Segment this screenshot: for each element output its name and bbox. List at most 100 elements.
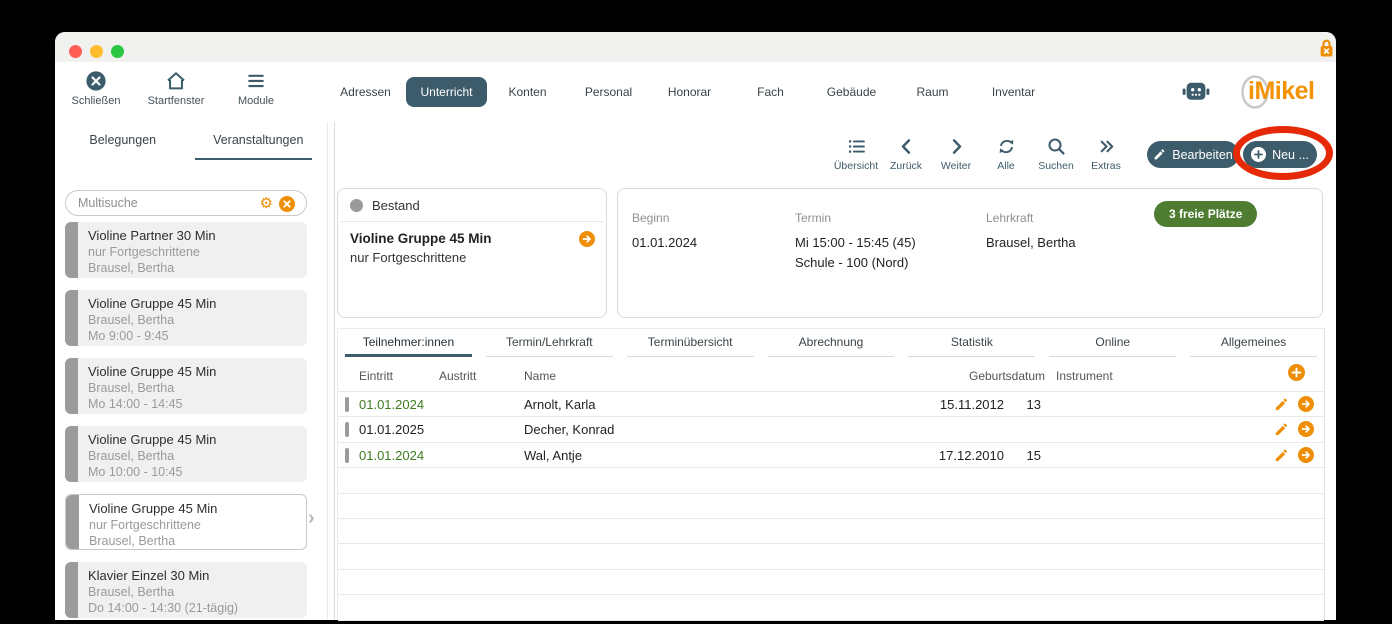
cell-geburtsdatum: 15.11.2012 [919, 392, 1004, 417]
nav-fach[interactable]: Fach [730, 77, 811, 107]
list-item-line: Mo 10:00 - 10:45 [88, 464, 301, 480]
tab-allgemeines[interactable]: Allgemeines [1190, 331, 1317, 357]
table-row-empty [338, 595, 1324, 620]
nav-adressen[interactable]: Adressen [325, 77, 406, 107]
list-item-line: Mo 14:00 - 14:45 [88, 396, 301, 412]
multisearch-field[interactable]: ⚙ [65, 190, 307, 216]
list-icon [846, 136, 867, 157]
bearbeiten-label: Bearbeiten [1172, 148, 1232, 162]
tab-veranstaltungen[interactable]: Veranstaltungen [191, 122, 327, 160]
imikel-logo: iMikel [1241, 75, 1333, 109]
bestand-title: Violine Gruppe 45 Min [350, 231, 594, 246]
plus-circle-icon [1251, 147, 1266, 162]
list-item-title: Violine Partner 30 Min [88, 228, 301, 244]
lehrkraft-value: Brausel, Bertha [986, 233, 1076, 253]
col-instrument: Instrument [1056, 369, 1113, 383]
minimize-window-button[interactable] [90, 45, 103, 58]
cell-alter: 13 [1021, 392, 1041, 417]
nav-gebaeude[interactable]: Gebäude [811, 77, 892, 107]
tab-termin-lehrkraft[interactable]: Termin/Lehrkraft [486, 331, 613, 357]
schliessen-label: Schließen [72, 95, 121, 107]
schliessen-button[interactable]: Schließen [56, 70, 136, 107]
cell-eintritt: 01.01.2025 [359, 417, 424, 442]
col-name: Name [524, 369, 556, 383]
table-body: 01.01.2024 Arnolt, Karla 15.11.2012 13 [338, 391, 1324, 621]
bearbeiten-button[interactable]: Bearbeiten [1147, 141, 1239, 168]
titlebar [55, 32, 1336, 63]
zurueck-button[interactable]: Zurück [881, 136, 931, 172]
toolbar-left-group: Schließen Startfenster Module [56, 70, 296, 107]
search-clear-icon[interactable] [279, 196, 295, 212]
open-row-icon[interactable] [1298, 396, 1314, 412]
pencil-icon [1153, 148, 1166, 161]
list-item-line: Brausel, Bertha [88, 260, 301, 276]
uebersicht-label: Übersicht [834, 160, 878, 172]
lock-x-icon [1318, 38, 1335, 58]
tab-abrechnung[interactable]: Abrechnung [768, 331, 895, 357]
goto-arrow-icon[interactable] [579, 231, 595, 247]
zoom-window-button[interactable] [111, 45, 124, 58]
list-item-handle [66, 495, 79, 549]
table-row[interactable]: 01.01.2024 Wal, Antje 17.12.2010 15 [338, 443, 1324, 468]
startfenster-label: Startfenster [148, 95, 205, 107]
lehrkraft-label: Lehrkraft [986, 211, 1076, 225]
startfenster-button[interactable]: Startfenster [136, 70, 216, 107]
table-header: Eintritt Austritt Name Geburtsdatum Inst… [338, 357, 1324, 391]
free-places-badge: 3 freie Plätze [1154, 201, 1257, 227]
list-item[interactable]: Violine Gruppe 45 Min Brausel, Bertha Mo… [65, 426, 307, 482]
col-austritt: Austritt [439, 369, 476, 383]
list-item-selected[interactable]: Violine Gruppe 45 Min nur Fortgeschritte… [65, 494, 307, 550]
list-item[interactable]: Violine Partner 30 Min nur Fortgeschritt… [65, 222, 307, 278]
chevron-left-icon [896, 136, 917, 157]
cell-name: Decher, Konrad [524, 417, 614, 442]
edit-row-icon[interactable] [1274, 397, 1289, 412]
nav-inventar[interactable]: Inventar [973, 77, 1054, 107]
list-item[interactable]: Violine Gruppe 45 Min Brausel, Bertha Mo… [65, 290, 307, 346]
selected-item-chevron-icon[interactable]: › [308, 508, 315, 528]
neu-button[interactable]: Neu ... [1243, 141, 1317, 168]
nav-personal[interactable]: Personal [568, 77, 649, 107]
tab-terminuebersicht[interactable]: Terminübersicht [627, 331, 754, 357]
table-row-empty [338, 519, 1324, 544]
tab-statistik[interactable]: Statistik [908, 331, 1035, 357]
nav-honorar[interactable]: Honorar [649, 77, 730, 107]
close-window-button[interactable] [69, 45, 82, 58]
nav-konten[interactable]: Konten [487, 77, 568, 107]
alle-button[interactable]: Alle [981, 136, 1031, 172]
cell-name: Arnolt, Karla [524, 392, 596, 417]
chevron-right-icon [946, 136, 967, 157]
module-button[interactable]: Module [216, 70, 296, 107]
list-item-title: Violine Gruppe 45 Min [88, 296, 301, 312]
table-row[interactable]: 01.01.2025 Decher, Konrad [338, 417, 1324, 442]
tab-online[interactable]: Online [1049, 331, 1176, 357]
edit-row-icon[interactable] [1274, 448, 1289, 463]
logo-text: iMikel [1248, 77, 1314, 106]
suchen-button[interactable]: Suchen [1031, 136, 1081, 172]
search-gear-icon[interactable]: ⚙ [260, 194, 273, 212]
menu-icon [245, 70, 267, 92]
close-circle-icon [85, 70, 107, 92]
tab-teilnehmer[interactable]: Teilnehmer:innen [345, 331, 472, 357]
cell-name: Wal, Antje [524, 443, 582, 468]
extras-button[interactable]: Extras [1081, 136, 1131, 172]
open-row-icon[interactable] [1298, 447, 1314, 463]
table-row[interactable]: 01.01.2024 Arnolt, Karla 15.11.2012 13 [338, 392, 1324, 417]
list-item[interactable]: Violine Gruppe 45 Min Brausel, Bertha Mo… [65, 358, 307, 414]
list-item-handle [65, 562, 78, 618]
open-row-icon[interactable] [1298, 421, 1314, 437]
nav-unterricht[interactable]: Unterricht [406, 77, 487, 107]
list-item-line: nur Fortgeschrittene [88, 244, 301, 260]
details-card: Beginn 01.01.2024 Termin Mi 15:00 - 15:4… [617, 188, 1323, 318]
tab-belegungen[interactable]: Belegungen [55, 122, 191, 160]
add-row-icon[interactable] [1288, 364, 1305, 381]
weiter-button[interactable]: Weiter [931, 136, 981, 172]
robot-assistant-icon[interactable] [1182, 79, 1210, 104]
list-item[interactable]: Klavier Einzel 30 Min Brausel, Bertha Do… [65, 562, 307, 618]
edit-row-icon[interactable] [1274, 422, 1289, 437]
termin-label: Termin [795, 211, 916, 225]
nav-raum[interactable]: Raum [892, 77, 973, 107]
uebersicht-button[interactable]: Übersicht [831, 136, 881, 172]
list-item-line: Brausel, Bertha [88, 312, 301, 328]
list-item-title: Violine Gruppe 45 Min [88, 432, 301, 448]
table-row-empty [338, 570, 1324, 595]
